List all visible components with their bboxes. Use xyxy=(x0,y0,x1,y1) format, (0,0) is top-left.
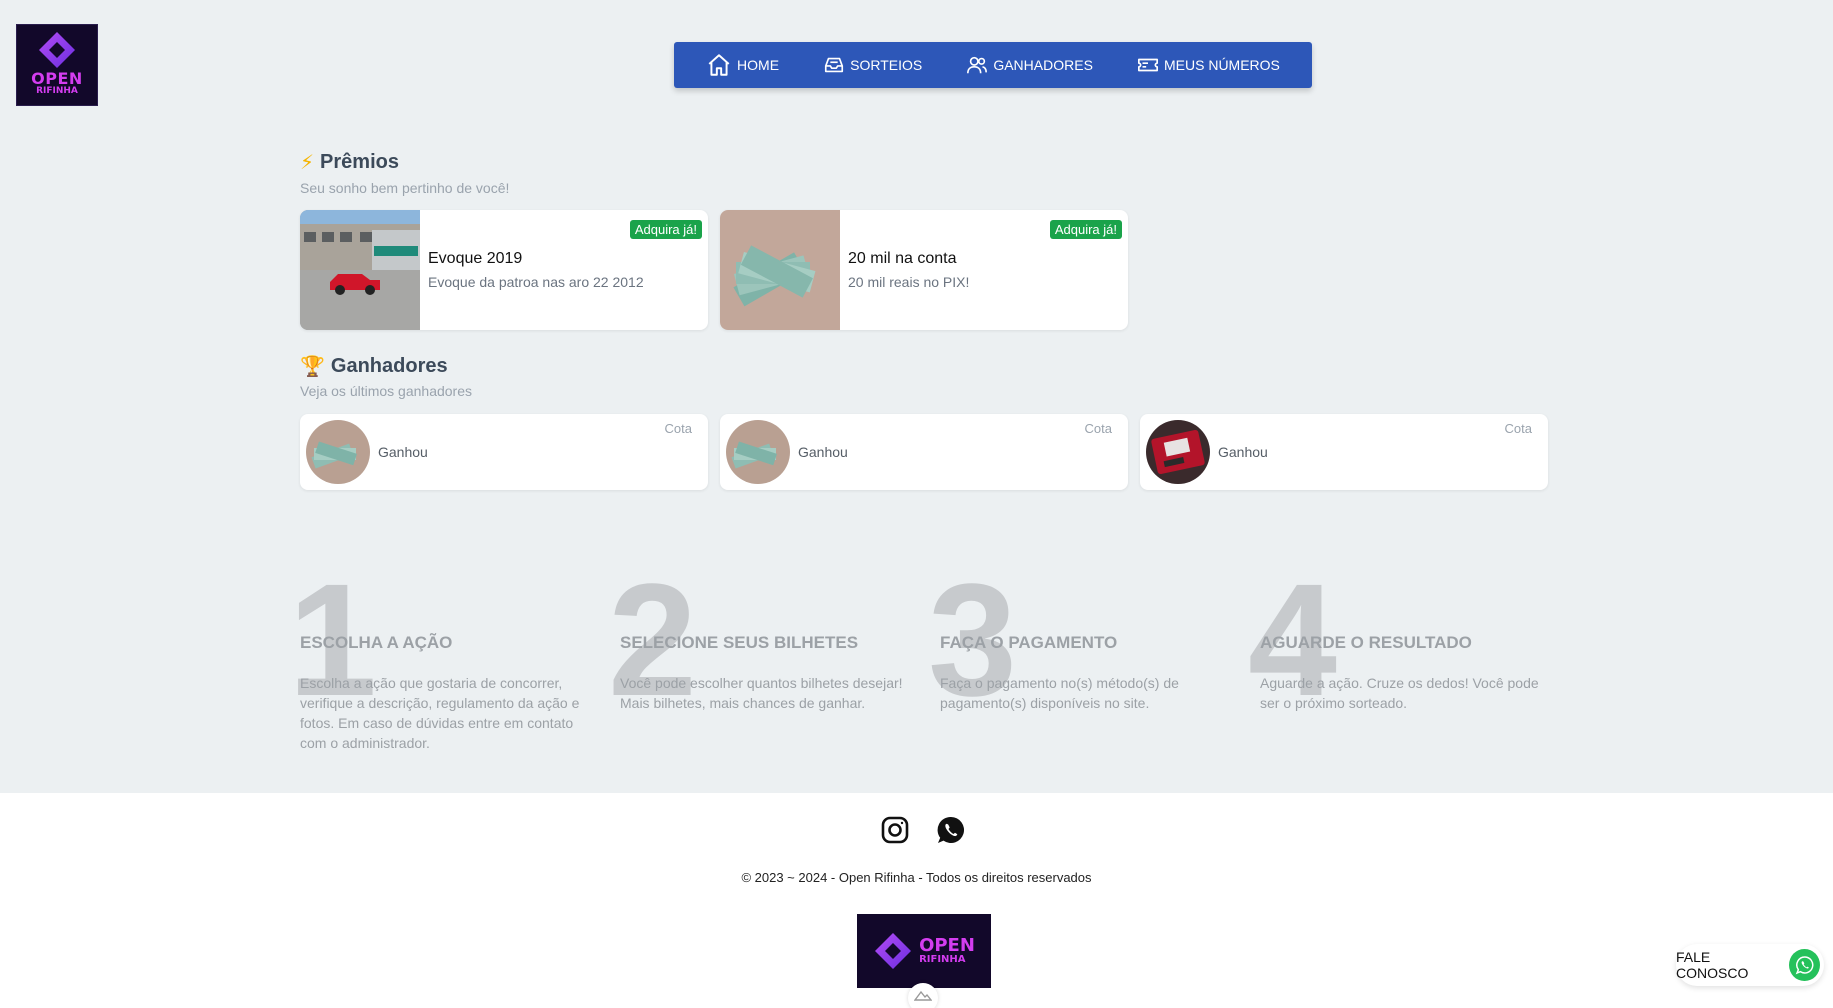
premios-title: Prêmios xyxy=(320,151,399,173)
winner-card[interactable]: Ganhou Cota xyxy=(720,414,1128,490)
nav-meus-numeros-label: MEUS NÚMEROS xyxy=(1164,57,1280,73)
step-2: 2 SELECIONE SEUS BILHETES Você pode esco… xyxy=(608,560,910,760)
whatsapp-icon[interactable] xyxy=(936,815,966,845)
ganhadores-heading: 🏆 Ganhadores xyxy=(300,354,448,379)
ticket-icon xyxy=(1138,58,1158,72)
nav-home-label: HOME xyxy=(737,57,780,73)
prize-card[interactable]: Adquira já! Evoque 2019 Evoque da patroa… xyxy=(300,210,708,330)
prize-description: Evoque da patroa nas aro 22 2012 xyxy=(428,274,644,290)
footer-logo-rifinha: RIFINHA xyxy=(919,954,966,965)
mountain-icon xyxy=(914,990,932,1001)
step-text: Você pode escolher quantos bilhetes dese… xyxy=(620,675,903,711)
step-title: FAÇA O PAGAMENTO xyxy=(940,633,1118,652)
winner-avatar xyxy=(306,420,370,484)
step-text: Escolha a ação que gostaria de concorrer… xyxy=(300,675,580,751)
winner-avatar xyxy=(726,420,790,484)
nav-ganhadores[interactable]: GANHADORES xyxy=(966,54,1093,76)
nav-meus-numeros[interactable]: MEUS NÚMEROS xyxy=(1137,54,1280,76)
step-title: AGUARDE O RESULTADO xyxy=(1260,633,1472,652)
prize-card[interactable]: Adquira já! 20 mil na conta 20 mil reais… xyxy=(720,210,1128,330)
instagram-icon[interactable] xyxy=(880,815,910,845)
main-nav: HOME SORTEIOS GANHADORES MEUS NÚMEROS xyxy=(674,42,1312,88)
winner-label: Ganhou xyxy=(798,444,848,460)
inbox-icon xyxy=(825,57,844,73)
home-icon xyxy=(708,54,730,76)
logo-text-open: OPEN xyxy=(31,69,83,88)
prize-title: 20 mil na conta xyxy=(848,250,957,267)
copyright-text: © 2023 ~ 2024 - Open Rifinha - Todos os … xyxy=(741,870,1092,885)
winner-avatar xyxy=(1146,420,1210,484)
nav-home[interactable]: HOME xyxy=(706,52,779,78)
trophy-icon: 🏆 xyxy=(300,356,325,378)
site-logo[interactable]: OPEN RIFINHA xyxy=(16,24,98,106)
premios-subtitle: Seu sonho bem pertinho de você! xyxy=(300,180,510,196)
ganhadores-subtitle: Veja os últimos ganhadores xyxy=(300,383,472,399)
nav-sorteios-label: SORTEIOS xyxy=(850,57,923,73)
step-text: Faça o pagamento no(s) método(s) de paga… xyxy=(940,675,1179,711)
car-photo xyxy=(300,210,420,330)
nav-ganhadores-label: GANHADORES xyxy=(993,57,1093,73)
premios-heading: ⚡ Prêmios xyxy=(300,150,399,175)
ganhadores-title: Ganhadores xyxy=(330,355,448,377)
prize-description: 20 mil reais no PIX! xyxy=(848,274,970,290)
prize-title: Evoque 2019 xyxy=(428,250,523,267)
winner-cota: Cota xyxy=(664,421,692,436)
winner-cota: Cota xyxy=(1504,421,1532,436)
footer-logo-open: OPEN xyxy=(919,935,975,956)
footer: © 2023 ~ 2024 - Open Rifinha - Todos os … xyxy=(0,793,1833,1008)
nav-sorteios[interactable]: SORTEIOS xyxy=(823,54,922,76)
winner-cota: Cota xyxy=(1084,421,1112,436)
step-1: 1 ESCOLHA A AÇÃO Escolha a ação que gost… xyxy=(288,560,590,760)
whatsapp-icon xyxy=(1789,949,1820,981)
buy-now-badge[interactable]: Adquira já! xyxy=(629,220,702,239)
step-4: 4 AGUARDE O RESULTADO Aguarde a ação. Cr… xyxy=(1248,560,1550,760)
winner-card[interactable]: Ganhou Cota xyxy=(300,414,708,490)
winner-label: Ganhou xyxy=(1218,444,1268,460)
logo-diamond-icon xyxy=(37,30,77,70)
contact-us-button[interactable]: FALE CONOSCO xyxy=(1676,944,1824,986)
winner-label: Ganhou xyxy=(378,444,428,460)
money-photo xyxy=(720,210,840,330)
logo-text-rifinha: RIFINHA xyxy=(36,86,78,96)
contact-us-label: FALE CONOSCO xyxy=(1676,949,1749,981)
logo-diamond-icon xyxy=(875,933,912,969)
step-text: Aguarde a ação. Cruze os dedos! Você pod… xyxy=(1260,675,1539,711)
winner-card[interactable]: Ganhou Cota xyxy=(1140,414,1548,490)
step-title: SELECIONE SEUS BILHETES xyxy=(620,633,859,652)
step-3: 3 FAÇA O PAGAMENTO Faça o pagamento no(s… xyxy=(928,560,1230,760)
scroll-top-button[interactable] xyxy=(908,983,938,1008)
step-title: ESCOLHA A AÇÃO xyxy=(300,633,453,652)
buy-now-badge[interactable]: Adquira já! xyxy=(1049,220,1122,239)
users-icon xyxy=(967,56,988,74)
lightning-icon: ⚡ xyxy=(300,152,315,174)
footer-logo: OPEN RIFINHA xyxy=(857,914,991,988)
